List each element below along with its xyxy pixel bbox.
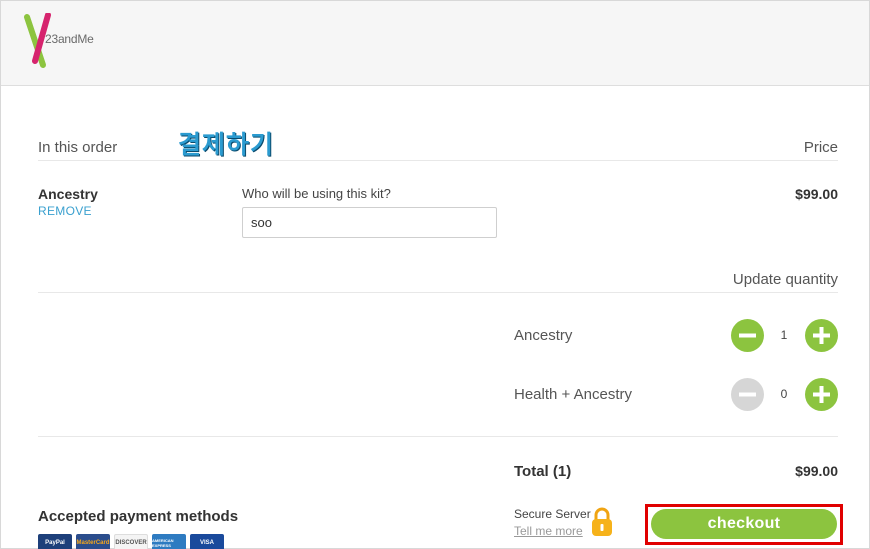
quantity-label-health-ancestry: Health + Ancestry <box>514 386 632 403</box>
site-header: 23andMe <box>1 1 869 86</box>
price-heading: Price <box>803 139 838 156</box>
checkout-button[interactable]: checkout <box>651 509 837 539</box>
plus-icon <box>813 327 830 344</box>
plus-icon <box>813 386 830 403</box>
discover-card-icon: DISCOVER <box>114 534 148 549</box>
total-label: Total (1) <box>514 463 572 480</box>
item-price: $99.00 <box>795 186 838 202</box>
payment-cards: PayPal MasterCard DISCOVER AMERICAN EXPR… <box>38 534 224 549</box>
secure-server-label: Secure Server <box>514 507 591 521</box>
divider <box>38 160 838 161</box>
product-name: Ancestry <box>38 186 98 202</box>
divider <box>38 436 838 437</box>
brand-logo-text: 23andMe <box>45 32 94 46</box>
overlay-annotation-text: 결제하기 <box>178 131 275 159</box>
decrease-ancestry-button[interactable] <box>731 319 764 352</box>
kit-user-input[interactable] <box>242 207 497 238</box>
lock-icon <box>592 507 612 536</box>
minus-icon <box>739 392 756 397</box>
update-quantity-heading: Update quantity <box>732 271 838 288</box>
payment-methods-heading: Accepted payment methods <box>38 508 239 525</box>
increase-health-ancestry-button[interactable] <box>805 378 838 411</box>
mastercard-card-icon: MasterCard <box>76 534 110 549</box>
kit-user-label: Who will be using this kit? <box>242 186 391 201</box>
remove-link[interactable]: REMOVE <box>38 204 92 218</box>
quantity-value-ancestry: 1 <box>780 328 788 342</box>
divider <box>38 292 838 293</box>
quantity-value-health-ancestry: 0 <box>780 387 788 401</box>
order-heading: In this order <box>38 139 118 156</box>
quantity-label-ancestry: Ancestry <box>514 327 573 344</box>
increase-ancestry-button[interactable] <box>805 319 838 352</box>
tell-me-more-link[interactable]: Tell me more <box>514 524 583 538</box>
total-value: $99.00 <box>795 463 838 479</box>
decrease-health-ancestry-button[interactable] <box>731 378 764 411</box>
amex-card-icon: AMERICAN EXPRESS <box>152 534 186 549</box>
paypal-card-icon: PayPal <box>38 534 72 549</box>
minus-icon <box>739 333 756 338</box>
visa-card-icon: VISA <box>190 534 224 549</box>
